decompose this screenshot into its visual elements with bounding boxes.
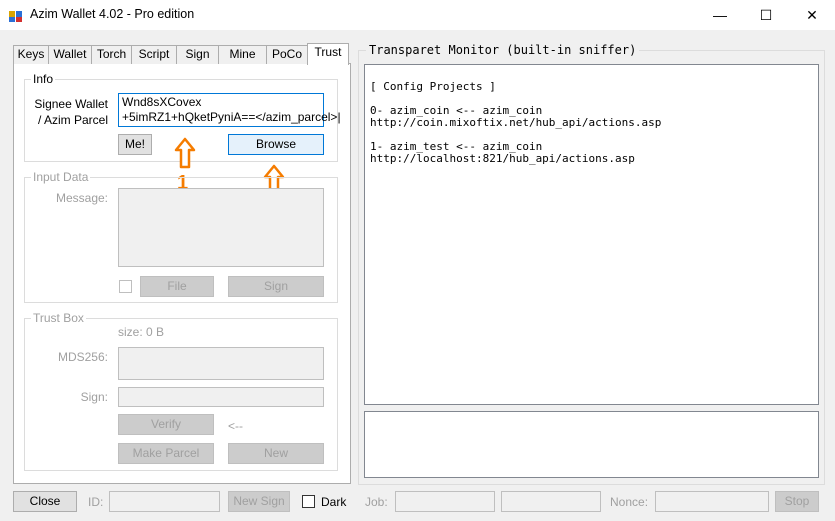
browse-button[interactable]: Browse [228,134,324,155]
nonce-label: Nonce: [610,495,649,509]
file-button[interactable]: File [140,276,214,297]
new-button[interactable]: New [228,443,324,464]
nonce-field[interactable] [655,491,769,512]
tab-torch[interactable]: Torch [91,45,132,64]
maximize-icon: ☐ [759,6,773,23]
annotation-arrow-up-1-icon [174,137,196,169]
app-icon [9,11,22,22]
id-label: ID: [88,495,104,509]
stop-button[interactable]: Stop [775,491,819,512]
trust-box-group-label: Trust Box [31,311,86,325]
sign-field-label: Sign: [80,390,108,404]
job-field-2[interactable] [501,491,601,512]
mds256-field[interactable] [118,347,324,380]
message-textarea[interactable] [118,188,324,267]
tab-poco[interactable]: PoCo [266,45,308,64]
maximize-button[interactable]: ☐ [743,0,789,30]
signee-wallet-label: Signee Wallet / Azim Parcel [34,97,108,127]
mds256-label: MDS256: [57,350,108,364]
job-label: Job: [365,495,388,509]
new-sign-button[interactable]: New Sign [228,491,290,512]
tab-wallet[interactable]: Wallet [48,45,92,64]
tab-trust[interactable]: Trust [307,43,349,65]
message-label: Message: [55,191,108,205]
make-parcel-button[interactable]: Make Parcel [118,443,214,464]
tab-script[interactable]: Script [131,45,177,64]
tab-mine[interactable]: Mine [218,45,267,64]
dark-label: Dark [321,495,347,509]
me-button[interactable]: Me! [118,134,152,155]
verify-button[interactable]: Verify [118,414,214,435]
tab-keys[interactable]: Keys [13,45,49,64]
id-field[interactable] [109,491,220,512]
size-label: size: 0 B [118,325,165,339]
input-data-checkbox[interactable] [119,280,132,293]
signee-wallet-input[interactable]: Wnd8sXCovex +5imRZ1+hQketPyniA==</azim_p… [118,93,341,127]
window-title: Azim Wallet 4.02 - Pro edition [30,7,195,21]
signee-wallet-value: Wnd8sXCovex +5imRZ1+hQketPyniA==</azim_p… [122,95,341,124]
sign-button[interactable]: Sign [228,276,324,297]
close-icon: ✕ [806,6,818,23]
monitor-input[interactable] [364,411,819,478]
monitor-title: Transparet Monitor (built-in sniffer) [366,43,640,57]
minimize-button[interactable]: — [697,0,743,30]
tab-sign[interactable]: Sign [176,45,219,64]
close-window-button[interactable]: ✕ [789,0,835,30]
dark-checkbox[interactable] [302,495,315,508]
input-data-group-label: Input Data [31,170,91,184]
verify-hint-arrow: <-- [228,419,243,433]
sign-field[interactable] [118,387,324,407]
close-button[interactable]: Close [13,491,77,512]
job-field[interactable] [395,491,495,512]
minimize-icon: — [713,7,727,23]
info-group-label: Info [31,72,56,86]
monitor-log[interactable]: [ Config Projects ] 0- azim_coin <-- azi… [364,64,819,405]
